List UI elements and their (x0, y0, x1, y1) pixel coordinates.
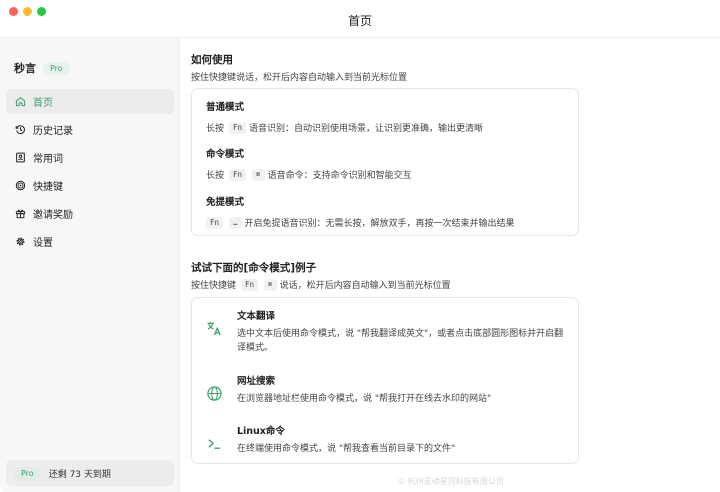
example-url-search[interactable]: 网址搜索 在浏览器地址栏使用命令模式，说 "帮我打开在线去水印的网站" (206, 373, 566, 406)
examples-card: 文本翻译 选中文本后使用命令模式，说 "帮我翻译成英文"，或者点击底部圆形图标并… (191, 297, 579, 464)
fn-key-badge: Fn (229, 168, 247, 181)
example-description: 选中文本后使用命令模式，说 "帮我翻译成英文"，或者点击底部圆形图标并开启翻译模… (236, 329, 564, 353)
globe-icon (206, 384, 224, 402)
fn-key-badge: Fn (206, 216, 224, 229)
sidebar-item-vocabulary[interactable]: 常用词 (6, 145, 174, 170)
subscription-status[interactable]: Pro 还剩 73 天到期 (6, 460, 174, 486)
sidebar-item-label: 历史记录 (33, 126, 73, 137)
history-icon (14, 124, 26, 136)
mode-handsfree: 免提模式 Fn … 开启免提语音识别：无需长按，解放双手，再按一次结束并输出结果 (206, 194, 515, 229)
example-linux-command[interactable]: Linux命令 在终端使用命令模式，说 "帮我查看当前目录下的文件" (206, 423, 566, 456)
sidebar-item-home[interactable]: 首页 (6, 89, 174, 114)
sidebar-item-label: 常用词 (33, 154, 63, 165)
example-description: 在终端使用命令模式，说 "帮我查看当前目录下的文件" (236, 444, 456, 454)
command-key-badge: ⌘ (252, 168, 265, 181)
mode-desc-text: 语音识别：自动识别使用场景，让识别更准确，输出更清晰 (249, 124, 484, 134)
main-content: 如何使用 按住快捷键说话，松开后内容自动输入到当前光标位置 普通模式 长按 Fn… (181, 38, 720, 492)
mode-description: 长按 Fn ⌘ 语音命令：支持命令识别和智能交互 (206, 168, 412, 181)
mode-description: Fn … 开启免提语音识别：无需长按，解放双手，再按一次结束并输出结果 (206, 216, 515, 229)
example-title: 文本翻译 (236, 311, 275, 322)
terminal-icon (206, 434, 224, 452)
shortcut-icon (14, 180, 26, 192)
usage-subtitle: 按住快捷键说话，松开后内容自动输入到当前光标位置 (191, 73, 408, 83)
mode-title: 免提模式 (206, 197, 245, 208)
sidebar-item-settings[interactable]: 设置 (6, 229, 174, 254)
mode-title: 命令模式 (206, 149, 245, 160)
home-icon (14, 96, 26, 108)
mode-desc-text: 语音命令：支持命令识别和智能交互 (267, 171, 412, 181)
vocabulary-icon (14, 152, 26, 164)
pro-badge: Pro (14, 466, 41, 480)
usage-title: 如何使用 (191, 54, 233, 66)
mode-command: 命令模式 长按 Fn ⌘ 语音命令：支持命令识别和智能交互 (206, 146, 412, 181)
mode-description: 长按 Fn 语音识别：自动识别使用场景，让识别更准确，输出更清晰 (206, 121, 483, 134)
sidebar-item-invite[interactable]: 邀请奖励 (6, 201, 174, 226)
pro-badge: Pro (43, 61, 70, 75)
examples-subtitle: 按住快捷键 Fn ⌘ 说话，松开后内容自动输入到当前光标位置 (191, 278, 451, 291)
sidebar-item-label: 邀请奖励 (33, 210, 73, 221)
subtitle-suffix: 说话，松开后内容自动输入到当前光标位置 (279, 281, 451, 291)
expiry-text: 还剩 73 天到期 (48, 469, 111, 480)
subtitle-prefix: 按住快捷键 (191, 281, 237, 291)
sidebar-item-label: 设置 (33, 238, 53, 249)
title-bar: 首页 (0, 0, 720, 38)
mode-title: 普通模式 (206, 102, 245, 113)
gear-icon (14, 236, 26, 248)
sidebar-item-label: 快捷键 (33, 182, 63, 193)
sidebar-item-label: 首页 (33, 98, 53, 109)
fn-key-badge: Fn (241, 278, 259, 291)
translate-icon (206, 319, 224, 337)
mode-desc-text: 开启免提语音识别：无需长按，解放双手，再按一次结束并输出结果 (244, 219, 515, 229)
example-title: 网址搜索 (236, 376, 275, 387)
example-title: Linux命令 (236, 426, 285, 437)
sidebar: 秒言 Pro 首页 历史记录 常用词 快捷键 邀请奖励 设置 Pro 还剩 73… (0, 38, 180, 492)
mode-prefix: 长按 (206, 124, 225, 134)
sidebar-item-shortcuts[interactable]: 快捷键 (6, 173, 174, 198)
brand: 秒言 Pro (14, 60, 70, 76)
mode-prefix: 长按 (206, 171, 225, 181)
app-name: 秒言 (14, 62, 36, 75)
fn-key-badge: Fn (229, 121, 247, 134)
gift-icon (14, 208, 26, 220)
usage-card: 普通模式 长按 Fn 语音识别：自动识别使用场景，让识别更准确，输出更清晰 命令… (191, 88, 579, 236)
examples-title: 试试下面的[命令模式]例子 (191, 262, 317, 274)
app-window: 首页 秒言 Pro 首页 历史记录 常用词 快捷键 邀请奖励 设置 Pro 还剩… (0, 0, 720, 492)
copyright-footer: © 杭州灵动星河科技有限公司 (397, 477, 504, 486)
sidebar-item-history[interactable]: 历史记录 (6, 117, 174, 142)
example-description: 在浏览器地址栏使用命令模式，说 "帮我打开在线去水印的网站" (236, 394, 492, 404)
sidebar-nav: 首页 历史记录 常用词 快捷键 邀请奖励 设置 (6, 89, 174, 257)
window-title: 首页 (347, 14, 372, 28)
mode-normal: 普通模式 长按 Fn 语音识别：自动识别使用场景，让识别更准确，输出更清晰 (206, 99, 483, 134)
command-key-badge: ⌘ (264, 278, 277, 291)
ellipsis-key-badge: … (229, 216, 242, 229)
example-translate[interactable]: 文本翻译 选中文本后使用命令模式，说 "帮我翻译成英文"，或者点击底部圆形图标并… (206, 308, 566, 355)
